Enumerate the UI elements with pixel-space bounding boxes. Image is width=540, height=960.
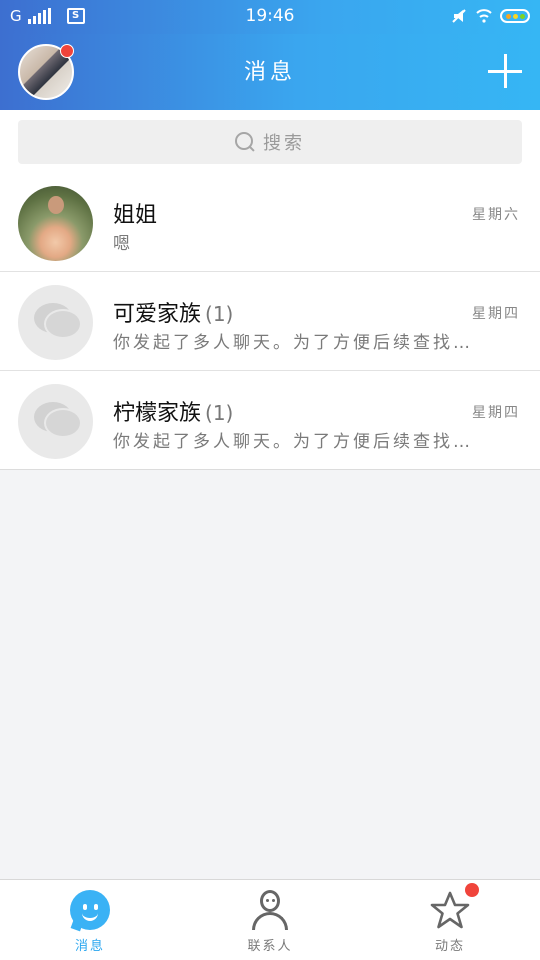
- conversation-time: 星期四: [472, 306, 520, 322]
- search-bar: 搜索: [0, 110, 540, 173]
- app-header: 消息: [0, 34, 540, 110]
- conversation-preview: 嗯: [113, 234, 133, 254]
- message-icon: [70, 890, 110, 932]
- group-chat-icon: [18, 384, 93, 459]
- mute-icon: [452, 9, 466, 23]
- conversation-name: 柠檬家族 (1): [113, 401, 234, 426]
- contacts-icon: [250, 890, 290, 930]
- status-right: [450, 7, 530, 25]
- conversation-name: 可爱家族 (1): [113, 302, 234, 327]
- conversation-list: 姐姐 星期六 嗯 可爱家族 (1) 星期四 你发起了多人聊天。为了方便后续查找… …: [0, 173, 540, 470]
- star-icon: [430, 890, 470, 930]
- conversation-item[interactable]: 可爱家族 (1) 星期四 你发起了多人聊天。为了方便后续查找…: [0, 272, 540, 371]
- bottom-tab-bar: 消息 联系人 动态: [0, 879, 540, 960]
- search-input[interactable]: 搜索: [18, 120, 522, 164]
- conversation-preview: 你发起了多人聊天。为了方便后续查找…: [113, 333, 473, 353]
- notification-badge: [465, 883, 479, 897]
- conversation-item[interactable]: 姐姐 星期六 嗯: [0, 173, 540, 272]
- tab-messages[interactable]: 消息: [0, 880, 180, 960]
- conversation-preview: 你发起了多人聊天。为了方便后续查找…: [113, 432, 473, 452]
- tab-label: 联系人: [247, 939, 293, 954]
- tab-contacts[interactable]: 联系人: [180, 880, 360, 960]
- conversation-item[interactable]: 柠檬家族 (1) 星期四 你发起了多人聊天。为了方便后续查找…: [0, 371, 540, 470]
- tab-moments[interactable]: 动态: [360, 880, 540, 960]
- search-icon: [235, 132, 255, 152]
- battery-icon: [500, 9, 530, 23]
- status-bar: G S 19:46: [0, 0, 540, 34]
- plus-icon[interactable]: [488, 54, 522, 88]
- tab-label: 消息: [74, 939, 105, 954]
- tab-label: 动态: [434, 939, 465, 954]
- group-chat-icon: [18, 285, 93, 360]
- conversation-name: 姐姐: [113, 203, 158, 228]
- wifi-icon: [476, 9, 492, 23]
- page-title: 消息: [243, 60, 296, 85]
- conversation-time: 星期四: [472, 405, 520, 421]
- conversation-time: 星期六: [472, 207, 520, 223]
- search-placeholder: 搜索: [263, 133, 305, 154]
- photo-avatar: [18, 186, 93, 261]
